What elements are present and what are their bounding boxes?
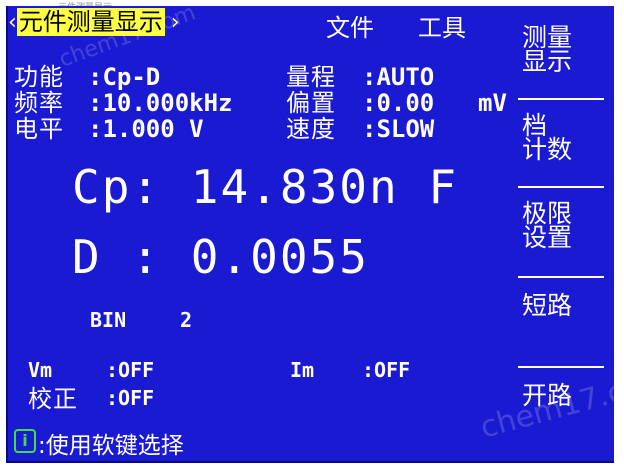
vm-value[interactable]: :OFF [106, 358, 154, 382]
softkey-short[interactable]: 短路 [514, 291, 614, 320]
left-arrow-icon[interactable]: ‹ [8, 10, 17, 35]
watermark: chem17.com [476, 361, 614, 446]
bias-unit: mV [478, 89, 507, 117]
speed-label: 速度 [286, 115, 336, 143]
softkey-limit-setup[interactable]: 极限 设置 [514, 201, 614, 252]
hint-text: :使用软键选择 [38, 433, 184, 459]
frequency-value[interactable]: :10.000kHz [88, 90, 233, 116]
frequency-label: 频率 [14, 89, 64, 117]
softkey-measure-display[interactable]: 测量 显示 [514, 25, 614, 76]
menu-tools[interactable]: 工具 [418, 8, 466, 43]
softkey-divider [518, 276, 604, 278]
correction-label: 校正 [28, 385, 78, 413]
function-label: 功能 [14, 63, 64, 91]
menu-file[interactable]: 文件 [326, 8, 374, 43]
im-value[interactable]: :OFF [362, 358, 410, 382]
softkey-line2: 显示 [522, 47, 573, 76]
bin-value: 2 [180, 308, 193, 332]
level-label: 电平 [14, 115, 64, 143]
correction-value[interactable]: :OFF [106, 386, 154, 410]
softkey-line2: 设置 [522, 223, 573, 252]
function-value[interactable]: :Cp-D [88, 64, 160, 90]
info-icon: i [14, 429, 36, 453]
primary-reading: Cp: 14.830n F [72, 160, 459, 214]
speed-value[interactable]: :SLOW [362, 116, 434, 142]
softkey-divider [518, 186, 604, 188]
softkey-line1: 短路 [522, 291, 573, 320]
lcr-meter-screen: ‹ 元件测量显示 › 文件 工具 功能 :Cp-D 频率 :10.000kHz … [6, 6, 614, 463]
vm-label: Vm [28, 358, 53, 382]
bias-value[interactable]: :0.00 [362, 90, 434, 116]
softkey-divider [518, 98, 604, 100]
level-value[interactable]: :1.000 V [88, 116, 204, 142]
im-label: Im [290, 358, 315, 382]
bin-label: BIN [90, 308, 127, 332]
range-value[interactable]: :AUTO [362, 64, 434, 90]
softkey-divider [518, 366, 604, 368]
bias-label: 偏置 [286, 89, 336, 117]
softkey-line2: 计数 [522, 135, 573, 164]
softkey-bin-count[interactable]: 档 计数 [514, 113, 614, 164]
range-label: 量程 [286, 63, 336, 91]
secondary-reading: D : 0.0055 [72, 230, 369, 284]
